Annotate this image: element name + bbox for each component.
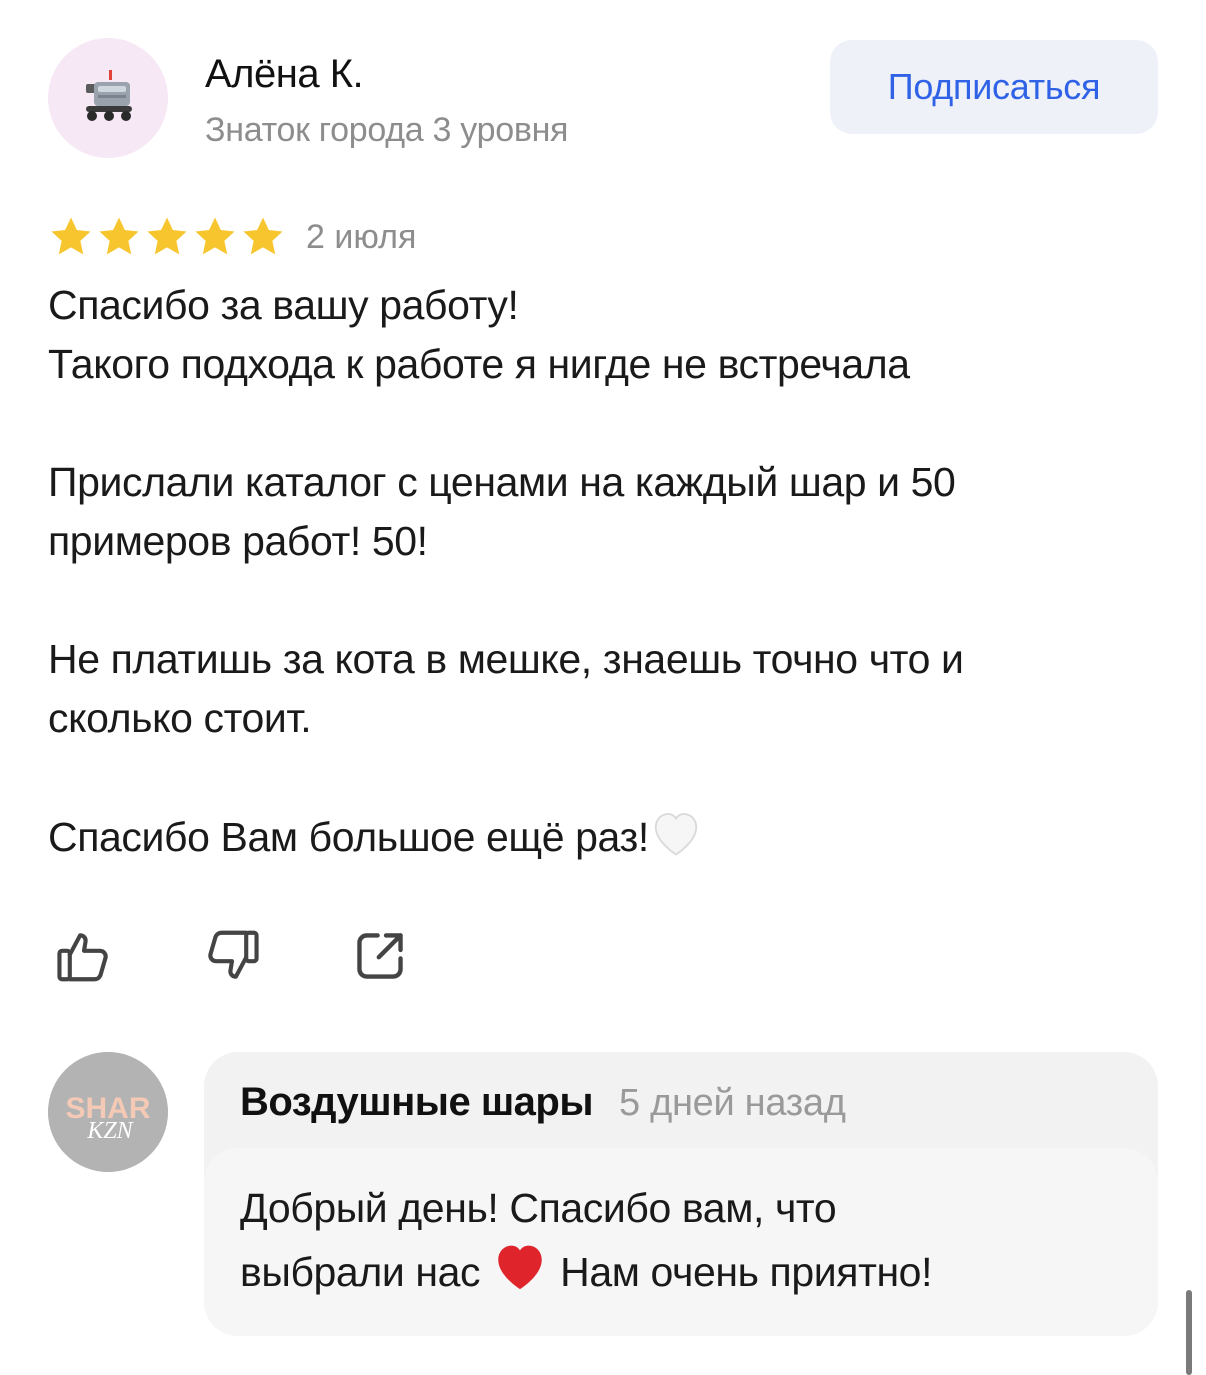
review-line: Спасибо Вам большое ещё раз! (48, 814, 649, 860)
reply-header: Воздушные шары 5 дней назад (240, 1080, 846, 1130)
subscribe-button[interactable]: Подписаться (830, 40, 1158, 134)
author-name[interactable]: Алёна К. (205, 52, 364, 97)
reply-text: Добрый день! Спасибо вам, что выбрали на… (204, 1148, 1158, 1336)
author-avatar[interactable] (48, 38, 168, 158)
dislike-button[interactable] (200, 924, 264, 988)
business-avatar[interactable]: SHAR KZN (48, 1052, 168, 1172)
reply-line: Добрый день! Спасибо вам, что (240, 1185, 837, 1231)
like-button[interactable] (52, 924, 116, 988)
star-icon (51, 217, 91, 255)
review-header: Алёна К. Знаток города 3 уровня Подписат… (48, 38, 1158, 160)
review-line: Не платишь за кота в мешке, знаешь точно… (48, 636, 964, 682)
star-icon (99, 217, 139, 255)
star-rating (48, 214, 286, 260)
review-line: сколько стоит. (48, 695, 312, 741)
review-text: Спасибо за вашу работу! Такого подхода к… (48, 276, 1158, 873)
thumbs-down-icon (208, 930, 259, 979)
business-logo: SHAR KZN (48, 1052, 168, 1172)
reply-line: выбрали нас (240, 1249, 481, 1295)
red-heart-icon (491, 1238, 549, 1308)
star-icon (147, 217, 187, 255)
review-line: Спасибо за вашу работу! (48, 282, 519, 328)
business-name[interactable]: Воздушные шары (240, 1080, 594, 1125)
logo-text-bottom: KZN (86, 1118, 134, 1144)
business-reply: Воздушные шары 5 дней назад Добрый день!… (204, 1052, 1158, 1336)
reply-time: 5 дней назад (619, 1082, 846, 1124)
share-icon (357, 933, 403, 979)
reply-line: Нам очень приятно! (560, 1249, 933, 1295)
share-button[interactable] (348, 924, 412, 988)
star-icon (243, 217, 283, 255)
review-line: Такого подхода к работе я нигде не встре… (48, 341, 910, 387)
star-icon (195, 217, 235, 255)
review-date: 2 июля (306, 217, 417, 256)
review-actions (52, 924, 412, 988)
review-line: примеров работ! 50! (48, 518, 428, 564)
review-line: Прислали каталог с ценами на каждый шар … (48, 459, 956, 505)
rating-row: 2 июля (48, 212, 416, 262)
delivery-robot-icon (86, 70, 132, 121)
author-level: Знаток города 3 уровня (205, 111, 569, 149)
white-heart-icon (649, 807, 703, 873)
thumbs-up-icon (57, 933, 108, 982)
scrollbar[interactable] (1186, 1290, 1192, 1375)
reply-line-2: выбрали нас Нам очень приятно! (240, 1238, 1122, 1308)
review-line-last: Спасибо Вам большое ещё раз! (48, 807, 1158, 873)
